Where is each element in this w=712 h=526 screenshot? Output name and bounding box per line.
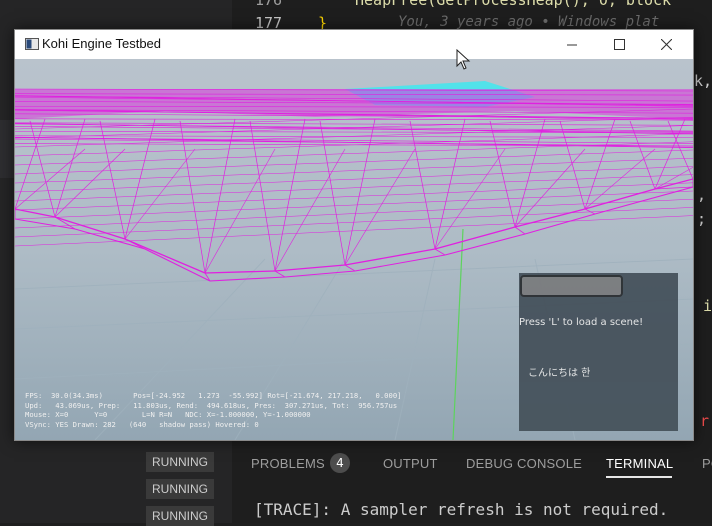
debug-line-vsync: VSync: YES Drawn: 282 (640 shadow pass) … (25, 419, 259, 429)
close-icon (660, 39, 672, 50)
code-fragment: i (703, 297, 712, 315)
tab-terminal[interactable]: TERMINAL (606, 456, 673, 471)
running-badge: RUNNING (146, 506, 214, 526)
maximize-icon (613, 39, 625, 50)
debug-line-timings: Upd: 43.069us, Prep: 11.803us, Rend: 494… (25, 400, 398, 410)
code-fragment: ; (697, 210, 707, 228)
debug-line-fps: FPS: 30.0(34.3ms) Pos=[-24.952 1.273 -55… (25, 391, 402, 400)
code-line-176: 176 HeapFree(GetProcessHeap(), 0, block (255, 0, 671, 9)
code-fragment: , (697, 186, 707, 204)
tab-output[interactable]: OUTPUT (383, 456, 438, 471)
window-titlebar[interactable]: Kohi Engine Testbed (15, 30, 693, 59)
minimize-button[interactable] (549, 30, 595, 59)
terminal-output-line: [TRACE]: A sampler refresh is not requir… (254, 500, 669, 519)
tab-ports[interactable]: PO (702, 456, 712, 471)
code-text: HeapFree(GetProcessHeap(), 0, block (355, 0, 672, 9)
cursor-icon (456, 49, 471, 70)
tab-debug-console[interactable]: DEBUG CONSOLE (466, 456, 582, 471)
app-window: Kohi Engine Testbed FPS: 30.0(34.3ms) Po… (14, 29, 694, 441)
problems-count-badge: 4 (330, 453, 350, 473)
active-tab-indicator (606, 476, 672, 478)
debug-line-mouse: Mouse: X=0 Y=0 L=N R=N NDC: X=-1.000000,… (25, 410, 311, 420)
unicode-test-text: こんにちは 한 (528, 368, 591, 379)
panel-tab-bar: PROBLEMS 4 OUTPUT DEBUG CONSOLE TERMINAL… (232, 448, 712, 480)
maximize-button[interactable] (596, 30, 642, 59)
running-badge: RUNNING (146, 479, 214, 499)
git-blame-annotation: You, 3 years ago • Windows plat (398, 14, 660, 30)
line-number: 176 (255, 0, 283, 9)
app-icon (25, 38, 39, 50)
code-fragment: k, (694, 72, 712, 90)
render-viewport[interactable]: FPS: 30.0(34.3ms) Pos=[-24.952 1.273 -55… (15, 59, 693, 440)
running-badge: RUNNING (146, 452, 214, 472)
ui-test-button[interactable] (520, 275, 623, 297)
close-button[interactable] (643, 30, 689, 59)
window-title: Kohi Engine Testbed (42, 36, 162, 51)
load-scene-hint: Press 'L' to load a scene! (519, 317, 644, 328)
debug-overlay: FPS: 30.0(34.3ms) Pos=[-24.952 1.273 -55… (25, 391, 401, 429)
code-fragment: r (700, 412, 710, 430)
tab-problems[interactable]: PROBLEMS (251, 456, 325, 471)
minimize-icon (567, 44, 577, 45)
ui-test-panel: Press 'L' to load a scene! こんにちは 한 (519, 273, 678, 431)
